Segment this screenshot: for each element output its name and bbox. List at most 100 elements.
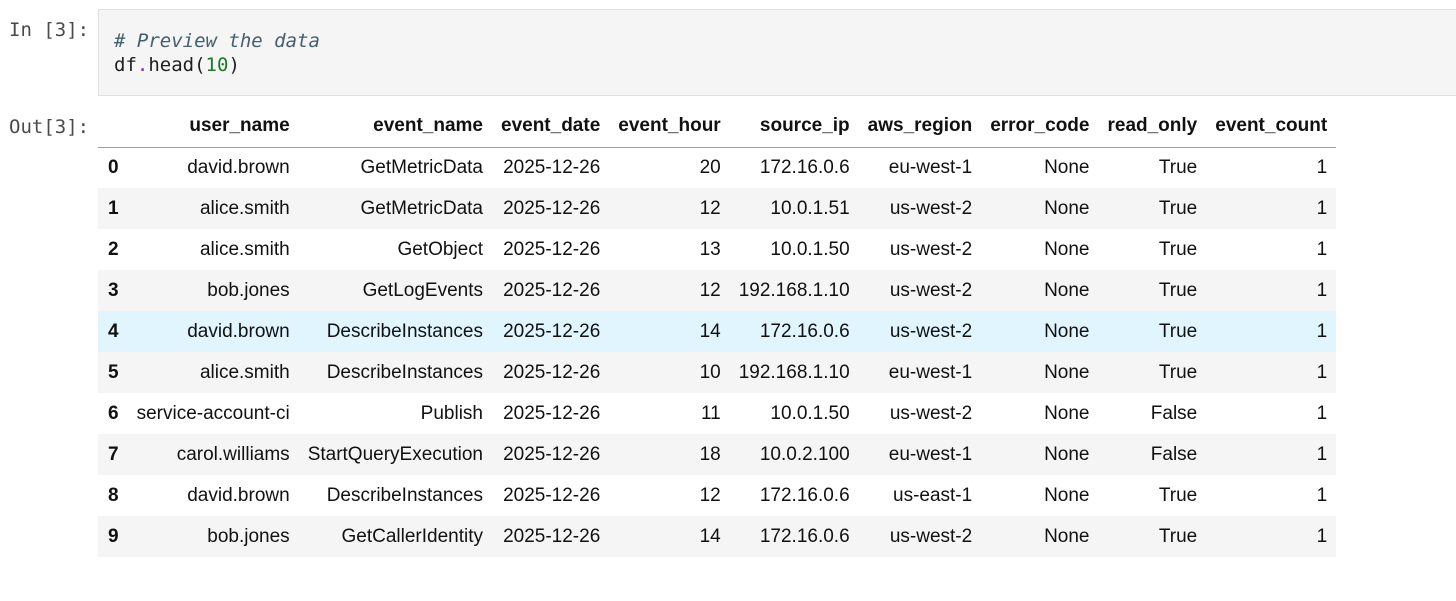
cell-user-name: bob.jones — [207, 279, 290, 301]
cell-read-only: True — [1158, 238, 1198, 260]
dataframe-table: user_name event_name event_date event_hour s… — [98, 105, 1337, 557]
cell-event-hour: 18 — [699, 443, 721, 465]
row-index: 2 — [108, 238, 119, 260]
cell-user-name: alice.smith — [199, 238, 290, 260]
cell-error-code: None — [1044, 320, 1090, 342]
code-method: head( — [148, 54, 206, 76]
cell-event-date: 2025-12-26 — [503, 320, 601, 342]
table-row: 2 alice.smith GetObject 2025-12-26 13 10.0.1.… — [98, 229, 1336, 270]
cell-event-name: DescribeInstances — [326, 361, 483, 383]
cell-user-name: bob.jones — [207, 525, 290, 547]
cell-event-count: 1 — [1316, 402, 1328, 424]
table-row: 9 bob.jones GetCallerIdentity 2025-12-26 14 1… — [98, 516, 1337, 557]
code-object: df — [114, 54, 137, 76]
cell-event-hour: 11 — [700, 402, 721, 424]
cell-read-only: True — [1158, 484, 1198, 506]
cell-event-hour: 14 — [699, 525, 721, 547]
cell-event-name: Publish — [420, 402, 483, 424]
cell-read-only: True — [1158, 156, 1198, 178]
cell-source-ip: 172.16.0.6 — [759, 525, 850, 547]
cell-read-only: True — [1158, 197, 1198, 219]
cell-error-code: None — [1044, 156, 1090, 178]
cell-error-code: None — [1044, 279, 1090, 301]
cell-error-code: None — [1044, 484, 1090, 506]
cell-event-hour: 10 — [699, 361, 721, 383]
cell-source-ip: 10.0.1.51 — [770, 197, 850, 219]
cell-error-code: None — [1044, 197, 1090, 219]
cell-user-name: alice.smith — [199, 361, 290, 383]
cell-read-only: True — [1158, 320, 1198, 342]
cell-error-code: None — [1044, 402, 1090, 424]
cell-event-hour: 12 — [699, 484, 721, 506]
cell-user-name: alice.smith — [199, 197, 290, 219]
cell-event-hour: 13 — [699, 238, 721, 260]
cell-event-name: GetMetricData — [360, 197, 483, 219]
cell-aws-region: eu-west-1 — [888, 361, 973, 383]
column-header-source-ip: source_ip — [729, 105, 859, 148]
cell-event-hour: 20 — [699, 156, 721, 178]
cell-event-count: 1 — [1316, 197, 1328, 219]
cell-read-only: True — [1158, 279, 1198, 301]
cell-event-count: 1 — [1316, 156, 1328, 178]
code-dot-operator: . — [136, 54, 149, 76]
cell-user-name: david.brown — [187, 484, 290, 506]
row-index: 8 — [108, 484, 119, 506]
cell-event-hour: 14 — [699, 320, 721, 342]
cell-source-ip: 172.16.0.6 — [759, 484, 850, 506]
code-number-arg: 10 — [205, 54, 229, 76]
code-cell-editor[interactable]: # Preview the data df.head(10) — [98, 9, 1456, 96]
row-index: 1 — [108, 197, 119, 219]
cell-event-date: 2025-12-26 — [503, 238, 601, 260]
cell-aws-region: us-west-2 — [889, 525, 973, 547]
row-index: 7 — [108, 443, 119, 465]
column-header-event-name: event_name — [298, 105, 492, 148]
column-header-event-date: event_date — [492, 105, 610, 148]
cell-event-name: GetMetricData — [360, 156, 483, 178]
code-content[interactable]: # Preview the data df.head(10) — [114, 29, 320, 77]
cell-event-count: 1 — [1316, 361, 1328, 383]
cell-event-date: 2025-12-26 — [503, 279, 601, 301]
table-body: 0 david.brown GetMetricData 2025-12-26 20 172… — [98, 147, 1337, 557]
cell-aws-region: us-west-2 — [889, 279, 973, 301]
row-index: 0 — [108, 156, 119, 178]
column-header-error-code: error_code — [981, 105, 1099, 148]
cell-aws-region: us-west-2 — [889, 238, 973, 260]
table-header: user_name event_name event_date event_hour s… — [98, 105, 1337, 148]
cell-user-name: david.brown — [187, 156, 290, 178]
cell-read-only: True — [1158, 525, 1198, 547]
cell-source-ip: 172.16.0.6 — [759, 156, 850, 178]
cell-error-code: None — [1044, 361, 1090, 383]
cell-event-date: 2025-12-26 — [503, 525, 601, 547]
table-row: 4 david.brown DescribeInstances 2025-12-26 1… — [98, 311, 1337, 352]
cell-aws-region: us-west-2 — [889, 320, 973, 342]
cell-source-ip: 10.0.1.50 — [770, 402, 850, 424]
cell-event-name: GetObject — [397, 238, 483, 260]
row-index: 5 — [108, 361, 119, 383]
cell-aws-region: us-west-2 — [889, 402, 973, 424]
cell-error-code: None — [1044, 525, 1090, 547]
cell-user-name: david.brown — [187, 320, 290, 342]
cell-event-name: StartQueryExecution — [307, 443, 483, 465]
row-index: 9 — [108, 525, 119, 547]
cell-event-count: 1 — [1316, 525, 1328, 547]
column-header-event-count: event_count — [1206, 105, 1337, 148]
cell-read-only: True — [1158, 361, 1198, 383]
cell-error-code: None — [1044, 443, 1090, 465]
row-index: 4 — [108, 320, 119, 342]
code-comment: # Preview the data — [114, 30, 320, 52]
cell-event-hour: 12 — [699, 279, 721, 301]
column-header-aws-region: aws_region — [858, 105, 982, 148]
cell-aws-region: eu-west-1 — [888, 443, 973, 465]
cell-user-name: carol.williams — [176, 443, 290, 465]
cell-event-date: 2025-12-26 — [503, 156, 601, 178]
column-header-user-name: user_name — [127, 105, 299, 148]
input-prompt: In [3]: — [9, 19, 90, 41]
table-row: 6 service-account-ci Publish 2025-12-26 11 10… — [98, 393, 1336, 434]
cell-source-ip: 192.168.1.10 — [738, 279, 850, 301]
cell-event-date: 2025-12-26 — [503, 443, 601, 465]
code-close-paren: ) — [228, 54, 240, 76]
table-row: 1 alice.smith GetMetricData 2025-12-26 12 10.… — [98, 188, 1337, 229]
cell-event-name: GetLogEvents — [362, 279, 483, 301]
table-row: 3 bob.jones GetLogEvents 2025-12-26 12 192.16… — [98, 270, 1337, 311]
row-index: 6 — [108, 402, 119, 424]
